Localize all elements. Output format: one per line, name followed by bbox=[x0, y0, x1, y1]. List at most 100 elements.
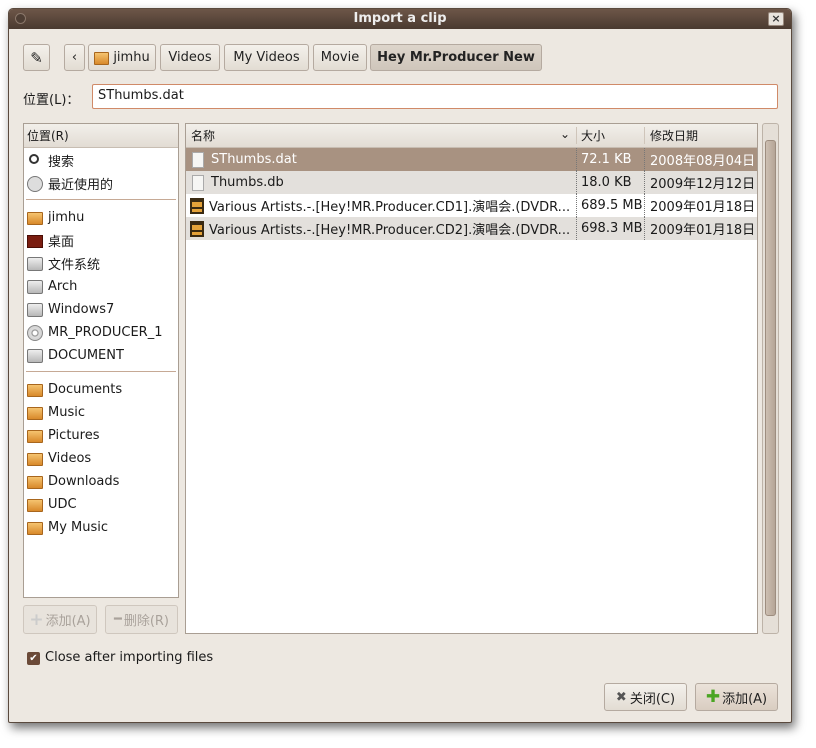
file-list-header: 名称 ⌄ 大小 修改日期 bbox=[186, 124, 757, 148]
place-item[interactable]: 最近使用的 bbox=[24, 172, 178, 195]
file-row[interactable]: Thumbs.db 18.0 KB 2009年12月12日 bbox=[186, 171, 757, 194]
place-item[interactable]: MR_PRODUCER_1 bbox=[24, 321, 178, 344]
scrollbar-thumb[interactable] bbox=[765, 140, 776, 616]
home-folder-icon bbox=[94, 52, 110, 65]
place-item[interactable]: 桌面 bbox=[24, 229, 178, 252]
folder-icon bbox=[27, 522, 43, 535]
add-button[interactable]: ✚ 添加(A) bbox=[695, 683, 778, 711]
drive-icon bbox=[27, 256, 43, 271]
window-menu-icon[interactable] bbox=[15, 13, 26, 24]
file-name-cell: Various Artists.-.[Hey!MR.Producer.CD1].… bbox=[186, 194, 577, 217]
place-item[interactable]: Documents bbox=[24, 378, 178, 401]
film-icon bbox=[190, 197, 204, 214]
close-after-import-checkbox[interactable]: ✔ bbox=[27, 652, 40, 665]
column-size[interactable]: 大小 bbox=[577, 127, 645, 144]
file-row[interactable]: SThumbs.dat 72.1 KB 2008年08月04日 bbox=[186, 148, 757, 171]
minus-icon: ━ bbox=[113, 612, 122, 627]
film-icon bbox=[190, 220, 204, 237]
place-item[interactable]: Pictures bbox=[24, 424, 178, 447]
place-label: Pictures bbox=[48, 428, 100, 443]
place-item[interactable]: UDC bbox=[24, 493, 178, 516]
folder-icon bbox=[27, 430, 43, 443]
drive-icon bbox=[27, 302, 43, 317]
pencil-icon: ✎ bbox=[30, 48, 43, 67]
place-label: Windows7 bbox=[48, 302, 115, 317]
places-separator bbox=[26, 199, 176, 200]
close-label: 关闭(C) bbox=[629, 691, 676, 707]
place-label: DOCUMENT bbox=[48, 348, 124, 363]
place-item[interactable]: 搜索 bbox=[24, 149, 178, 172]
disc-icon bbox=[27, 324, 43, 341]
place-item[interactable]: Videos bbox=[24, 447, 178, 470]
file-row[interactable]: Various Artists.-.[Hey!MR.Producer.CD2].… bbox=[186, 217, 757, 240]
place-item[interactable]: DOCUMENT bbox=[24, 344, 178, 367]
type-filename-toggle[interactable]: ✎ bbox=[23, 44, 50, 71]
place-item[interactable]: My Music bbox=[24, 516, 178, 539]
drive-icon bbox=[27, 279, 43, 294]
place-item[interactable]: Arch bbox=[24, 275, 178, 298]
close-button[interactable]: ✖ 关闭(C) bbox=[604, 683, 687, 711]
place-label: Music bbox=[48, 405, 85, 420]
file-row[interactable]: Various Artists.-.[Hey!MR.Producer.CD1].… bbox=[186, 194, 757, 217]
path-back-button[interactable]: ‹ bbox=[64, 44, 85, 71]
plus-icon: ✚ bbox=[705, 687, 721, 707]
place-label: Downloads bbox=[48, 474, 120, 489]
path-crumb-movie[interactable]: Movie bbox=[313, 44, 367, 71]
import-clip-dialog: Import a clip × ✎ ‹ jimhu Videos My Vide… bbox=[8, 8, 792, 723]
place-label: My Music bbox=[48, 520, 109, 535]
place-label: 最近使用的 bbox=[48, 178, 114, 193]
window-title: Import a clip bbox=[353, 11, 447, 26]
file-date: 2009年01月18日 bbox=[650, 200, 756, 215]
file-date: 2009年01月18日 bbox=[650, 223, 756, 238]
path-crumb-jimhu[interactable]: jimhu bbox=[88, 44, 156, 71]
file-date: 2009年12月12日 bbox=[650, 177, 756, 192]
place-label: 文件系统 bbox=[48, 258, 101, 273]
file-name: Thumbs.db bbox=[211, 175, 284, 190]
file-size: 72.1 KB bbox=[577, 148, 645, 171]
place-label: Arch bbox=[48, 279, 78, 294]
close-after-import-label[interactable]: Close after importing files bbox=[45, 650, 213, 665]
file-size: 689.5 MB bbox=[577, 194, 645, 217]
remove-place-label: 删除(R) bbox=[123, 614, 169, 629]
place-item[interactable]: Downloads bbox=[24, 470, 178, 493]
folder-icon bbox=[27, 384, 43, 397]
column-name[interactable]: 名称 ⌄ bbox=[186, 127, 577, 144]
folder-icon bbox=[27, 453, 43, 466]
place-item[interactable]: jimhu bbox=[24, 206, 178, 229]
path-crumb-my-videos[interactable]: My Videos bbox=[224, 44, 309, 71]
place-label: MR_PRODUCER_1 bbox=[48, 325, 163, 340]
place-item[interactable]: Windows7 bbox=[24, 298, 178, 321]
add-place-label: 添加(A) bbox=[45, 614, 91, 629]
crumb-label: jimhu bbox=[113, 50, 150, 65]
path-crumb-videos[interactable]: Videos bbox=[160, 44, 220, 71]
file-list: 名称 ⌄ 大小 修改日期 SThumbs.dat 72.1 KB 2008年08月04… bbox=[185, 123, 758, 634]
home-folder-icon bbox=[27, 212, 43, 225]
path-crumb-current[interactable]: Hey Mr.Producer New bbox=[370, 44, 542, 71]
file-date: 2008年08月04日 bbox=[650, 154, 756, 169]
add-label: 添加(A) bbox=[722, 691, 768, 707]
place-label: Videos bbox=[48, 451, 92, 466]
folder-icon bbox=[27, 476, 43, 489]
drive-icon bbox=[27, 348, 43, 363]
file-size: 698.3 MB bbox=[577, 217, 645, 240]
file-name: SThumbs.dat bbox=[211, 152, 297, 167]
clock-icon bbox=[27, 175, 43, 192]
place-label: 搜索 bbox=[48, 155, 75, 170]
desktop-icon bbox=[27, 235, 43, 248]
place-item[interactable]: 文件系统 bbox=[24, 252, 178, 275]
file-name: Various Artists.-.[Hey!MR.Producer.CD1].… bbox=[209, 200, 571, 215]
file-name-cell: Various Artists.-.[Hey!MR.Producer.CD2].… bbox=[186, 217, 577, 240]
places-separator bbox=[26, 371, 176, 372]
places-header[interactable]: 位置(R) bbox=[24, 124, 178, 148]
place-item[interactable]: Music bbox=[24, 401, 178, 424]
file-list-scrollbar[interactable] bbox=[762, 123, 779, 634]
column-modified[interactable]: 修改日期 bbox=[645, 127, 698, 144]
places-sidebar: 位置(R) 搜索最近使用的 jimhu 桌面文件系统 Arch Windows7 MR_P… bbox=[23, 123, 179, 598]
place-label: Documents bbox=[48, 382, 123, 397]
remove-place-button[interactable]: ━ 删除(R) bbox=[105, 605, 178, 634]
add-place-button[interactable]: + 添加(A) bbox=[23, 605, 97, 634]
window-close-button[interactable]: × bbox=[768, 12, 784, 26]
file-name-cell: SThumbs.dat bbox=[186, 148, 577, 171]
folder-icon bbox=[27, 499, 43, 512]
location-input[interactable]: SThumbs.dat bbox=[92, 84, 778, 109]
